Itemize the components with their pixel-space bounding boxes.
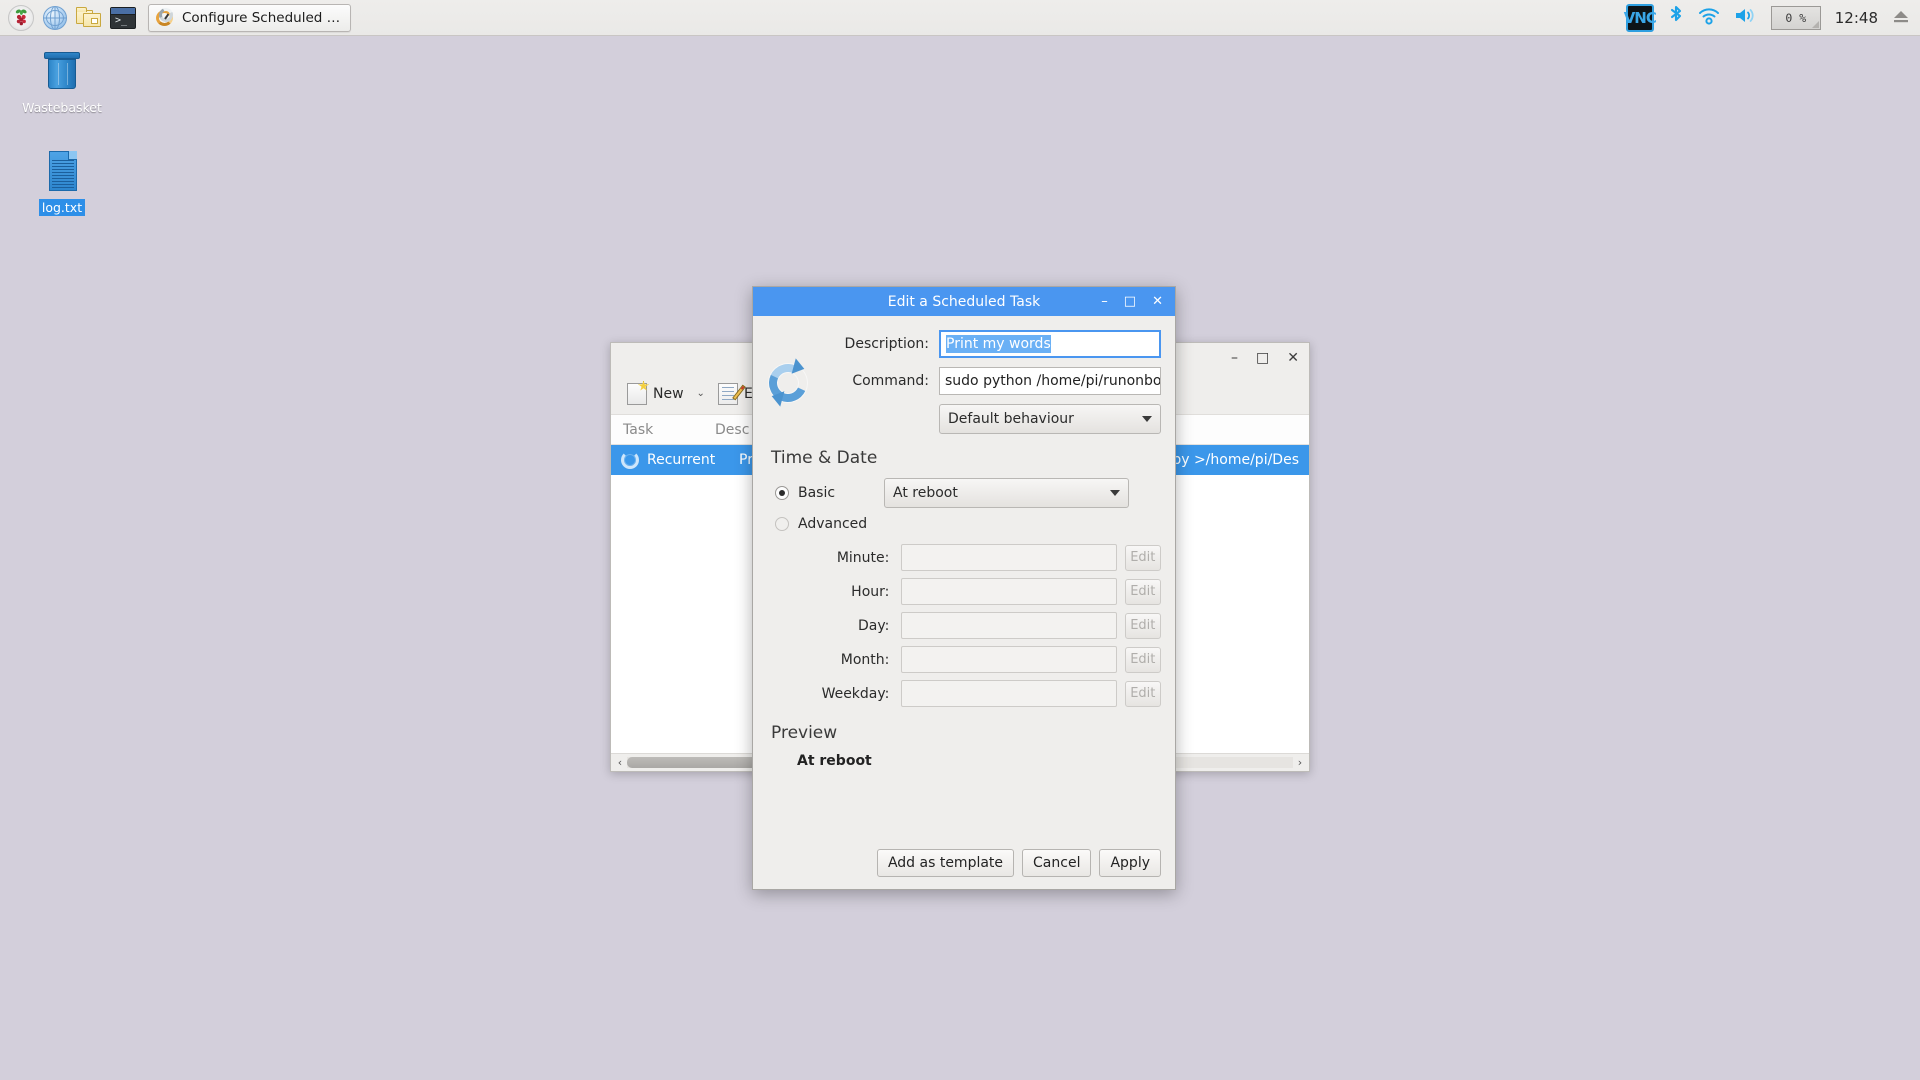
chevron-down-icon [1142, 416, 1152, 422]
behaviour-dropdown[interactable]: Default behaviour [939, 404, 1161, 434]
description-value: Print my words [946, 335, 1051, 353]
column-header-description: Desc [703, 422, 749, 438]
advanced-radio-row[interactable]: Advanced [767, 516, 1161, 532]
bluetooth-icon[interactable] [1668, 5, 1684, 31]
maximize-icon[interactable]: □ [1124, 295, 1136, 308]
dialog-buttons: Add as template Cancel Apply [753, 849, 1175, 889]
command-input[interactable]: sudo python /home/pi/runonboot. [939, 367, 1161, 395]
minimize-icon[interactable]: – [1101, 295, 1108, 308]
command-row: Command: sudo python /home/pi/runonboot. [767, 367, 1161, 395]
web-browser-button[interactable] [40, 3, 70, 33]
taskbar: >_ Configure Scheduled … VNC [0, 0, 1920, 36]
cancel-button[interactable]: Cancel [1022, 849, 1091, 877]
advanced-radio[interactable] [775, 517, 789, 531]
description-label: Description: [767, 336, 939, 352]
time-date-heading: Time & Date [771, 448, 1161, 468]
desktop-icon-log-txt[interactable]: log.txt [14, 148, 110, 216]
description-row: Description: Print my words [767, 330, 1161, 358]
apply-button[interactable]: Apply [1099, 849, 1161, 877]
month-label: Month: [767, 652, 901, 668]
hour-edit-button[interactable]: Edit [1125, 579, 1161, 605]
behaviour-row: Default behaviour [767, 404, 1161, 434]
terminal-icon: >_ [110, 7, 136, 29]
description-input[interactable]: Print my words [939, 330, 1161, 358]
month-input[interactable] [901, 646, 1116, 673]
weekday-label: Weekday: [767, 686, 901, 702]
raspberry-icon [8, 5, 34, 31]
minimize-icon[interactable]: – [1231, 351, 1238, 365]
edit-pencil-icon [718, 383, 738, 405]
hour-label: Hour: [767, 584, 901, 600]
scheduled-tasks-icon [155, 8, 175, 28]
minute-row: Minute: Edit [767, 544, 1161, 571]
text-file-icon [38, 148, 86, 196]
desktop-icon-wastebasket[interactable]: Wastebasket [14, 48, 110, 116]
file-manager-button[interactable] [74, 3, 104, 33]
column-header-task: Task [611, 422, 703, 438]
new-task-label: New [653, 386, 684, 402]
recurrent-task-icon [767, 362, 809, 404]
recurrent-task-icon [621, 451, 639, 469]
weekday-edit-button[interactable]: Edit [1125, 681, 1161, 707]
cpu-usage-badge[interactable]: 0 % [1771, 6, 1821, 30]
hour-input[interactable] [901, 578, 1116, 605]
raspberry-menu-button[interactable] [6, 3, 36, 33]
day-row: Day: Edit [767, 612, 1161, 639]
cell-task-type: Recurrent [647, 452, 739, 468]
vnc-icon[interactable]: VNC [1626, 4, 1654, 32]
weekday-input[interactable] [901, 680, 1116, 707]
wastebasket-icon [38, 48, 86, 96]
cell-command-tail: t.py >/home/pi/Des [1162, 452, 1299, 468]
close-icon[interactable]: ✕ [1287, 351, 1299, 365]
command-value: sudo python /home/pi/runonboot. [945, 373, 1161, 389]
edit-scheduled-task-dialog[interactable]: Edit a Scheduled Task – □ ✕ Description:… [752, 286, 1176, 890]
desktop-icon-label: log.txt [39, 199, 85, 216]
scroll-left-arrow[interactable]: ‹ [613, 756, 627, 770]
preview-heading: Preview [771, 723, 1161, 743]
day-label: Day: [767, 618, 901, 634]
dialog-body: Description: Print my words Command: sud… [753, 316, 1175, 849]
month-row: Month: Edit [767, 646, 1161, 673]
advanced-label: Advanced [798, 516, 884, 532]
desktop-icon-label: Wastebasket [19, 99, 105, 116]
cpu-usage-label: 0 % [1785, 11, 1806, 25]
folder-icon [76, 7, 102, 29]
taskbar-launchers: >_ [0, 0, 138, 35]
basic-radio-row[interactable]: Basic At reboot [767, 478, 1161, 508]
behaviour-value: Default behaviour [948, 411, 1074, 427]
dialog-titlebar[interactable]: Edit a Scheduled Task – □ ✕ [753, 287, 1175, 316]
taskbar-window-label: Configure Scheduled … [182, 10, 340, 26]
basic-radio[interactable] [775, 486, 789, 500]
day-input[interactable] [901, 612, 1116, 639]
chevron-down-icon[interactable]: ⌄ [694, 388, 708, 399]
volume-icon[interactable] [1734, 6, 1757, 29]
globe-icon [43, 6, 67, 30]
minute-label: Minute: [767, 550, 901, 566]
preview-value: At reboot [797, 753, 1161, 769]
basic-schedule-value: At reboot [893, 485, 958, 501]
add-as-template-button[interactable]: Add as template [877, 849, 1014, 877]
close-icon[interactable]: ✕ [1152, 295, 1163, 308]
hour-row: Hour: Edit [767, 578, 1161, 605]
basic-schedule-dropdown[interactable]: At reboot [884, 478, 1129, 508]
terminal-button[interactable]: >_ [108, 3, 138, 33]
system-tray: VNC 0 % 12:48 [1626, 0, 1920, 35]
new-document-icon [627, 383, 647, 405]
maximize-icon[interactable]: □ [1256, 351, 1269, 365]
day-edit-button[interactable]: Edit [1125, 613, 1161, 639]
minute-edit-button[interactable]: Edit [1125, 545, 1161, 571]
weekday-row: Weekday: Edit [767, 680, 1161, 707]
minute-input[interactable] [901, 544, 1116, 571]
clock[interactable]: 12:48 [1835, 9, 1878, 27]
new-task-button[interactable]: New [621, 380, 690, 408]
eject-icon[interactable] [1892, 8, 1910, 28]
month-edit-button[interactable]: Edit [1125, 647, 1161, 673]
chevron-down-icon [1110, 490, 1120, 496]
scroll-right-arrow[interactable]: › [1293, 756, 1307, 770]
taskbar-window-button[interactable]: Configure Scheduled … [148, 4, 351, 32]
basic-label: Basic [798, 485, 884, 501]
wifi-icon[interactable] [1698, 7, 1720, 29]
